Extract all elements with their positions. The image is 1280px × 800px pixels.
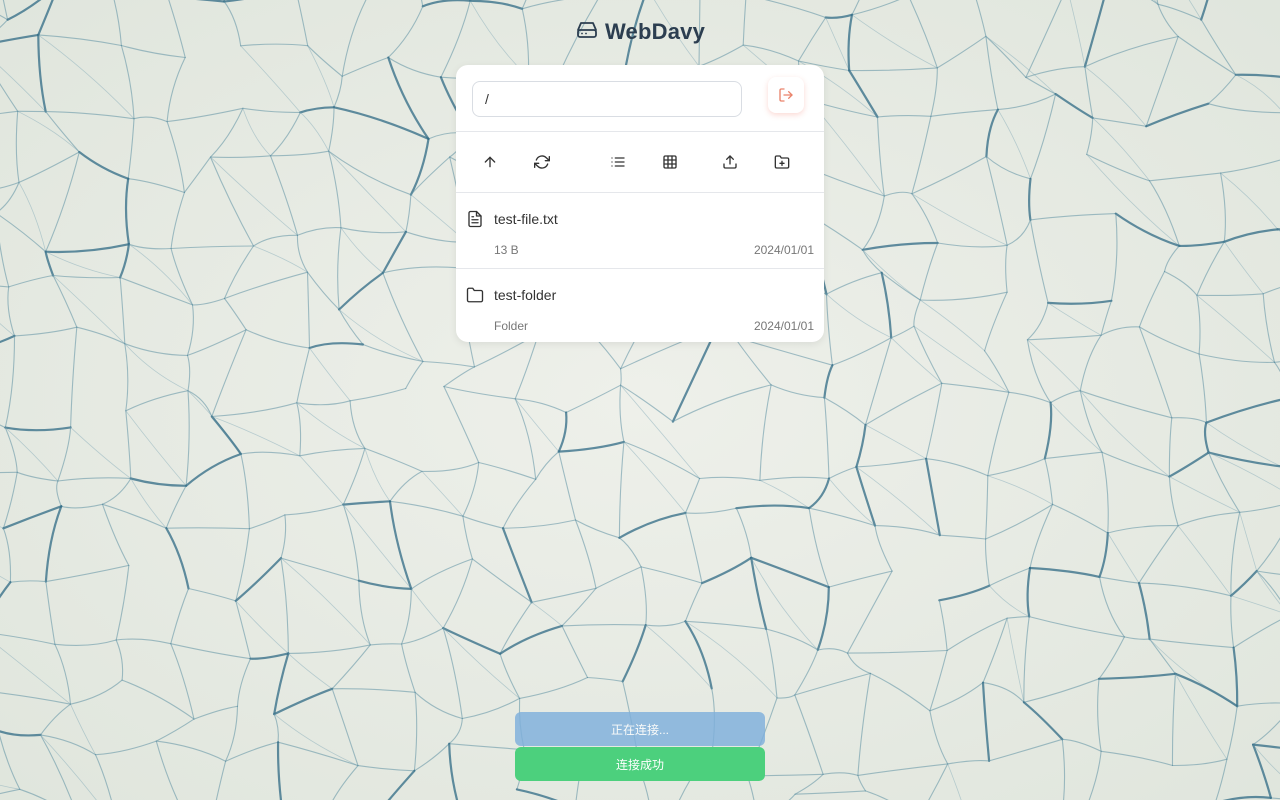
list-view-icon xyxy=(611,157,625,167)
file-size: 13 B xyxy=(494,243,519,257)
path-bar xyxy=(456,65,824,132)
toast-success: 连接成功 xyxy=(515,747,765,781)
file-item-test-folder[interactable]: test-folder Folder 2024/01/01 xyxy=(456,269,824,342)
path-input[interactable] xyxy=(472,81,742,117)
new-folder-button[interactable] xyxy=(770,150,794,174)
arrow-up-icon xyxy=(484,156,496,168)
grid-view-button[interactable] xyxy=(658,150,682,174)
file-date: 2024/01/01 xyxy=(753,319,814,333)
upload-button[interactable] xyxy=(718,150,742,174)
file-size: Folder xyxy=(494,319,529,333)
app-header: WebDavy xyxy=(0,16,1280,48)
toolbar xyxy=(456,132,824,193)
file-name: test-folder xyxy=(494,287,557,303)
logout-button[interactable] xyxy=(768,77,804,113)
refresh-button[interactable] xyxy=(530,150,554,174)
file-list: test-file.txt 13 B 2024/01/01 test-folde… xyxy=(456,193,824,342)
folder-icon xyxy=(466,287,484,303)
go-up-button[interactable] xyxy=(478,150,502,174)
logout-icon xyxy=(779,88,793,102)
file-browser-panel: test-file.txt 13 B 2024/01/01 test-folde… xyxy=(456,65,824,342)
file-date: 2024/01/01 xyxy=(753,243,814,257)
file-item-test-file[interactable]: test-file.txt 13 B 2024/01/01 xyxy=(456,193,824,269)
app-title: WebDavy xyxy=(604,19,706,44)
new-folder-icon xyxy=(774,155,790,169)
grid-view-icon xyxy=(663,155,677,169)
toast-connecting: 正在连接... xyxy=(515,712,765,746)
list-view-button[interactable] xyxy=(606,150,630,174)
file-name: test-file.txt xyxy=(494,211,558,227)
hard-drive-icon xyxy=(577,22,597,38)
file-icon xyxy=(468,210,482,228)
refresh-icon xyxy=(534,155,550,169)
upload-icon xyxy=(723,155,737,169)
